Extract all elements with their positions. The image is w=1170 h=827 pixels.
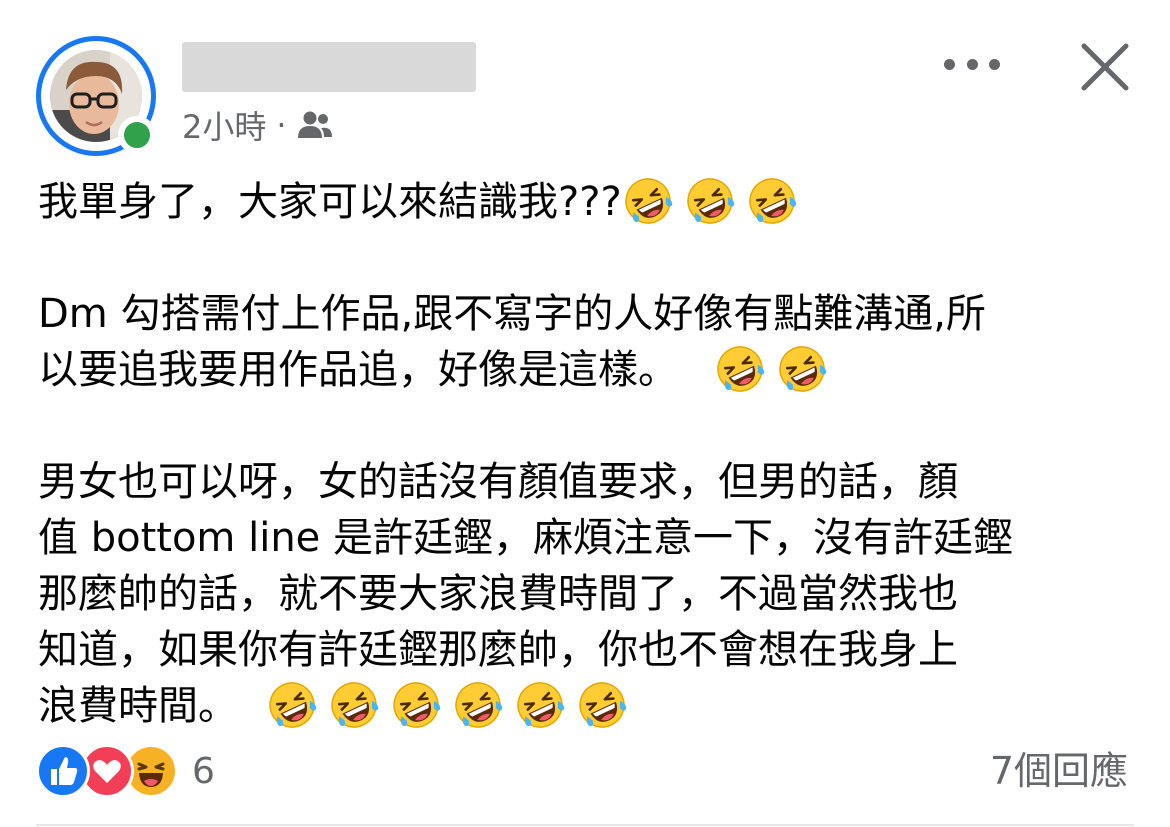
close-icon xyxy=(1081,43,1129,91)
rolling-on-floor-laughing-emoji xyxy=(266,679,318,731)
post-paragraph-3: 男女也可以呀，女的話沒有顏值要求，但男的話，顏 值 bottom line 是許… xyxy=(38,454,1128,734)
rolling-on-floor-laughing-emoji xyxy=(390,679,442,731)
more-icon-dot xyxy=(966,58,978,70)
rolling-on-floor-laughing-emoji xyxy=(746,175,798,227)
post-line: 浪費時間。 xyxy=(38,678,1128,734)
post-line: 以要追我要用作品追，好像是這樣。 xyxy=(38,342,1128,398)
author-name-redacted[interactable] xyxy=(182,42,476,92)
rolling-on-floor-laughing-emoji xyxy=(576,679,628,731)
facebook-post: 2小時 · 我單身了，大家可以來結識我??? Dm 勾搭需付上作品,跟不寫字的人… xyxy=(0,0,1170,827)
post-line: 那麼帥的話，就不要大家浪費時間了，不過當然我也 xyxy=(38,571,958,617)
post-text: 以要追我要用作品追，好像是這樣。 xyxy=(38,347,678,393)
post-line: 知道，如果你有許廷鏗那麼帥，你也不會想在我身上 xyxy=(38,627,958,673)
more-icon-dot xyxy=(989,58,1000,70)
post-text: 我單身了，大家可以來結識我??? xyxy=(38,179,622,225)
more-options-button[interactable] xyxy=(944,48,1000,80)
meta-separator: · xyxy=(276,106,287,144)
rolling-on-floor-laughing-emoji xyxy=(622,175,674,227)
rolling-on-floor-laughing-emoji xyxy=(776,343,828,395)
rolling-on-floor-laughing-emoji xyxy=(714,343,766,395)
reactions-summary[interactable]: 6 xyxy=(36,744,215,798)
post-paragraph-1: 我單身了，大家可以來結識我??? xyxy=(38,174,1128,230)
more-icon xyxy=(944,58,955,70)
post-body: 我單身了，大家可以來結識我??? Dm 勾搭需付上作品,跟不寫字的人好像有點難溝… xyxy=(38,174,1128,734)
comment-count-link[interactable]: 7個回應 xyxy=(990,745,1128,797)
divider xyxy=(36,824,1134,826)
rolling-on-floor-laughing-emoji xyxy=(452,679,504,731)
post-paragraph-2: Dm 勾搭需付上作品,跟不寫字的人好像有點難溝通,所 以要追我要用作品追，好像是… xyxy=(38,286,1128,398)
rolling-on-floor-laughing-emoji xyxy=(328,679,380,731)
friends-icon[interactable] xyxy=(297,110,333,140)
post-line: 值 bottom line 是許廷鏗，麻煩注意一下，沒有許廷鏗 xyxy=(38,515,1013,561)
close-button[interactable] xyxy=(1078,40,1132,94)
post-line: Dm 勾搭需付上作品,跟不寫字的人好像有點難溝通,所 xyxy=(38,291,986,337)
post-line: 男女也可以呀，女的話沒有顏值要求，但男的話，顏 xyxy=(38,459,958,505)
post-timestamp[interactable]: 2小時 xyxy=(182,102,266,148)
rolling-on-floor-laughing-emoji xyxy=(514,679,566,731)
online-status-dot xyxy=(118,116,156,154)
post-line: 我單身了，大家可以來結識我??? xyxy=(38,174,1128,230)
reaction-count[interactable]: 6 xyxy=(192,751,215,792)
post-meta: 2小時 · xyxy=(182,104,333,146)
rolling-on-floor-laughing-emoji xyxy=(684,175,736,227)
post-text: 浪費時間。 xyxy=(38,683,238,729)
like-reaction-icon xyxy=(36,744,90,798)
